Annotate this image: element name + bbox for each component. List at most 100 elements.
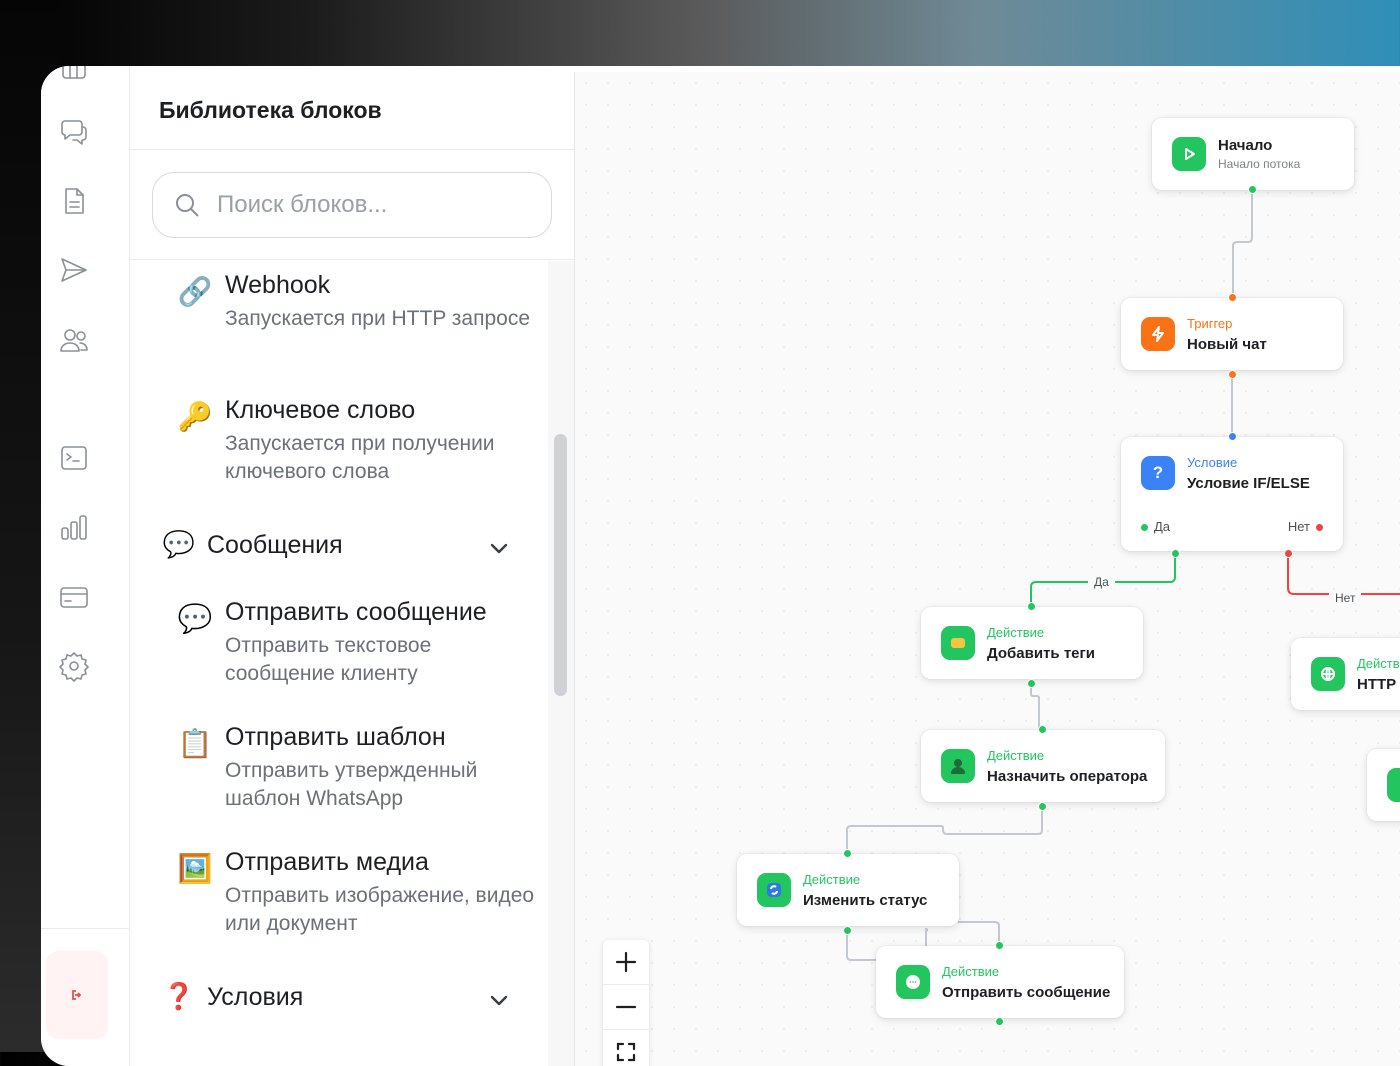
- node-partial[interactable]: [1367, 749, 1400, 821]
- panel-header: Библиотека блоков: [130, 72, 574, 150]
- zoom-out-button[interactable]: [603, 985, 649, 1029]
- block-description: Отправить текстовое сообщение клиенту: [225, 634, 432, 685]
- question-mark-icon: ❓: [162, 981, 196, 1011]
- key-icon: 🔑: [177, 401, 213, 432]
- branch-no: Нет: [1288, 519, 1323, 534]
- rail-divider: [41, 928, 129, 929]
- edge-start-trigger: [1232, 190, 1253, 298]
- node-condition[interactable]: ? Условие Условие IF/ELSE Да Нет: [1121, 437, 1343, 551]
- search-section: [130, 150, 574, 260]
- node-assign-operator[interactable]: Действие Назначить оператора: [921, 730, 1165, 802]
- node-title: Условие IF/ELSE: [1187, 475, 1310, 492]
- chats-icon[interactable]: [56, 114, 92, 150]
- node-change-status[interactable]: Действие Изменить статус: [737, 854, 959, 926]
- contacts-icon[interactable]: [56, 322, 92, 358]
- category-messages[interactable]: 💬 Сообщения: [130, 527, 548, 567]
- node-handle[interactable]: [1228, 293, 1237, 302]
- block-description: Отправить утвержденный шаблон WhatsApp: [225, 759, 478, 810]
- node-trigger[interactable]: Триггер Новый чат: [1121, 298, 1343, 370]
- question-icon: ?: [1141, 456, 1175, 490]
- block-item-send-template[interactable]: 📋 Отправить шаблон Отправить утвержденны…: [130, 723, 548, 823]
- branch-no-label: Нет: [1287, 519, 1310, 534]
- globe-icon: [1311, 657, 1345, 691]
- billing-icon[interactable]: [56, 579, 92, 615]
- analytics-icon[interactable]: [56, 509, 92, 545]
- table-icon[interactable]: [56, 66, 92, 88]
- search-icon: [176, 194, 199, 217]
- node-handle[interactable]: [843, 849, 852, 858]
- node-handle[interactable]: [843, 926, 852, 935]
- zoom-in-button[interactable]: [603, 940, 649, 984]
- logout-button[interactable]: [46, 951, 108, 1039]
- node-type: Действие: [803, 872, 861, 887]
- edge-operator-status: [846, 808, 1043, 854]
- edge-tags-operator: [1030, 685, 1040, 730]
- plus-icon: [615, 951, 637, 973]
- block-description: Запускается при HTTP запросе: [225, 307, 531, 330]
- chevron-down-icon[interactable]: [486, 987, 512, 1013]
- terminal-icon[interactable]: [56, 440, 92, 476]
- edge-condition-no: [1287, 556, 1400, 595]
- app-window: Библиотека блоков 🔗 Webhook Запускается …: [41, 66, 1400, 1066]
- node-http[interactable]: Действие HTTP: [1291, 638, 1400, 710]
- clipboard-icon: 📋: [177, 728, 213, 759]
- lightning-icon: [1141, 317, 1175, 351]
- block-library-panel: Библиотека блоков 🔗 Webhook Запускается …: [130, 72, 575, 1066]
- block-title: Отправить сообщение: [225, 598, 487, 626]
- document-icon[interactable]: [56, 183, 92, 219]
- block-item-send-message[interactable]: 💬 Отправить сообщение Отправить текстово…: [130, 598, 548, 698]
- node-handle[interactable]: [995, 941, 1004, 950]
- block-item-send-media[interactable]: 🖼️ Отправить медиа Отправить изображение…: [130, 848, 548, 948]
- node-handle[interactable]: [1027, 679, 1036, 688]
- link-icon: 🔗: [177, 276, 213, 307]
- block-description: Отправить изображение, видео или докумен…: [225, 884, 535, 935]
- node-title: Отправить сообщение: [942, 984, 1111, 1001]
- chevron-down-icon[interactable]: [486, 535, 512, 561]
- block-title: Отправить медиа: [225, 848, 429, 876]
- node-handle-no[interactable]: [1284, 549, 1293, 558]
- no-dot: [1316, 524, 1323, 532]
- play-icon: [1172, 137, 1206, 171]
- picture-icon: 🖼️: [177, 853, 213, 884]
- node-send-message[interactable]: Действие Отправить сообщение: [876, 946, 1124, 1018]
- send-icon[interactable]: [56, 252, 92, 288]
- logout-icon: [72, 990, 82, 1000]
- search-input[interactable]: [215, 190, 539, 220]
- node-handle[interactable]: [1228, 370, 1237, 379]
- node-handle-yes[interactable]: [1171, 549, 1180, 558]
- minus-icon: [615, 1005, 637, 1009]
- fit-view-button[interactable]: [603, 1030, 649, 1066]
- block-item-webhook[interactable]: 🔗 Webhook Запускается при HTTP запросе: [130, 271, 548, 371]
- node-type: Действие: [987, 625, 1045, 640]
- block-title: Ключевое слово: [225, 396, 416, 424]
- node-title: Начало: [1218, 137, 1273, 154]
- node-handle[interactable]: [1027, 602, 1036, 611]
- block-title: Отправить шаблон: [225, 723, 446, 751]
- node-type: Действие: [1357, 656, 1400, 671]
- node-handle[interactable]: [1038, 725, 1047, 734]
- scrollbar-thumb[interactable]: [554, 434, 567, 696]
- search-box[interactable]: [152, 172, 552, 238]
- node-title: Изменить статус: [803, 892, 928, 909]
- branch-yes: Да: [1141, 519, 1170, 534]
- edge-label-no: Нет: [1329, 591, 1362, 605]
- node-start[interactable]: Начало Начало потока: [1152, 118, 1354, 190]
- speech-bubble-icon: 💬: [177, 603, 213, 634]
- node-handle[interactable]: [1248, 185, 1257, 194]
- speech-bubble-icon: [896, 965, 930, 999]
- node-handle[interactable]: [1038, 802, 1047, 811]
- tag-icon: [941, 626, 975, 660]
- flow-edges: [846, 190, 1400, 961]
- category-conditions[interactable]: ❓ Условия: [130, 979, 548, 1019]
- block-item-keyword[interactable]: 🔑 Ключевое слово Запускается при получен…: [130, 396, 548, 496]
- settings-gear-icon[interactable]: [56, 648, 92, 684]
- node-title: Новый чат: [1187, 336, 1267, 353]
- flow-canvas[interactable]: Да Нет Начало Начало потока Триггер Новы…: [575, 72, 1400, 1066]
- node-title: Добавить теги: [987, 645, 1095, 662]
- node-title: Назначить оператора: [987, 768, 1148, 785]
- edge-status-message-2: [958, 921, 1000, 946]
- node-handle[interactable]: [995, 1017, 1004, 1026]
- node-add-tags[interactable]: Действие Добавить теги: [921, 607, 1143, 679]
- edge-label-yes: Да: [1088, 575, 1115, 589]
- node-handle[interactable]: [1228, 432, 1237, 441]
